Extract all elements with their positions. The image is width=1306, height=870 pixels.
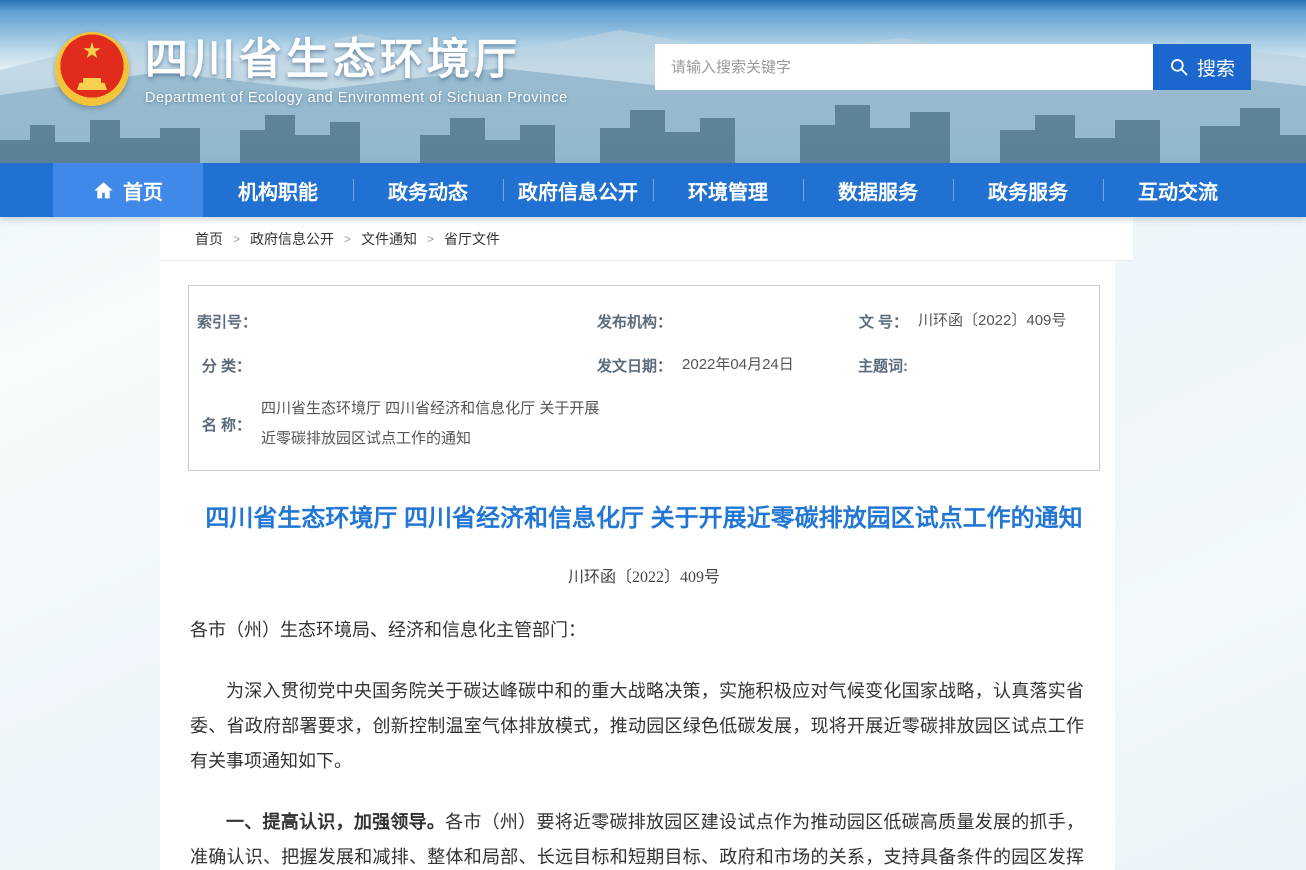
- breadcrumb-separator: >: [344, 232, 351, 246]
- nav-item-label: 互动交流: [1138, 176, 1218, 205]
- document-salutation: 各市（州）生态环境局、经济和信息化主管部门：: [190, 613, 1084, 648]
- nav-item-label: 环境管理: [688, 176, 768, 205]
- nav-item-gov-services[interactable]: 政务服务: [953, 163, 1103, 217]
- site-subtitle: Department of Ecology and Environment of…: [145, 90, 568, 106]
- breadcrumb-separator: >: [427, 232, 434, 246]
- breadcrumb-separator: >: [233, 232, 240, 246]
- section1-lead: 一、提高认识，加强领导。: [226, 812, 445, 832]
- meta-category-label: 分 类：: [189, 355, 251, 376]
- meta-docnum-value: 川环函〔2022〕409号: [918, 306, 1066, 336]
- nav-item-label: 首页: [123, 176, 163, 205]
- nav-item-interaction[interactable]: 互动交流: [1103, 163, 1253, 217]
- breadcrumb-info-disclosure[interactable]: 政府信息公开: [250, 229, 334, 249]
- meta-docnum-label: 文 号：: [846, 311, 908, 332]
- nav-item-org-functions[interactable]: 机构职能: [203, 163, 353, 217]
- meta-date-label: 发文日期：: [589, 355, 672, 376]
- nav-item-gov-news[interactable]: 政务动态: [353, 163, 503, 217]
- site-header: ★ 四川省生态环境厅 Department of Ecology and Env…: [0, 0, 1306, 163]
- site-title: 四川省生态环境厅: [145, 32, 568, 88]
- meta-date-value: 2022年04月24日: [682, 350, 794, 380]
- national-emblem-logo: ★: [55, 32, 129, 106]
- meta-name-value: 四川省生态环境厅 四川省经济和信息化厅 关于开展近零碳排放园区试点工作的通知: [261, 394, 609, 454]
- document-paragraph-intro: 为深入贯彻党中央国务院关于碳达峰碳中和的重大战略决策，实施积极应对气候变化国家战…: [190, 674, 1084, 779]
- document-card: 索引号： 发布机构： 文 号： 川环函〔2022〕409号 分 类： 发文日期：…: [160, 261, 1115, 870]
- search-icon: [1169, 57, 1189, 77]
- nav-item-label: 政府信息公开: [518, 176, 638, 205]
- nav-item-label: 政务动态: [388, 176, 468, 205]
- meta-keywords-label: 主题词:: [846, 355, 908, 376]
- search-button-label: 搜索: [1197, 54, 1235, 81]
- breadcrumb-home[interactable]: 首页: [195, 229, 223, 249]
- search-button[interactable]: 搜索: [1153, 44, 1251, 90]
- document-paragraph-section1: 一、提高认识，加强领导。各市（州）要将近零碳排放园区建设试点作为推动园区低碳高质…: [190, 805, 1084, 870]
- emblem-gate-icon: [77, 78, 107, 90]
- meta-issuing-agency: 发布机构：: [589, 306, 846, 336]
- document-number: 川环函〔2022〕409号: [188, 563, 1100, 587]
- search-box: 搜索: [655, 44, 1251, 90]
- nav-item-data-services[interactable]: 数据服务: [803, 163, 953, 217]
- breadcrumb-file-notices[interactable]: 文件通知: [361, 229, 417, 249]
- nav-item-home[interactable]: 首页: [53, 163, 203, 217]
- document-body: 各市（州）生态环境局、经济和信息化主管部门： 为深入贯彻党中央国务院关于碳达峰碳…: [188, 613, 1100, 870]
- nav-item-label: 机构职能: [238, 176, 318, 205]
- nav-item-label: 数据服务: [838, 176, 918, 205]
- meta-category: 分 类：: [189, 350, 589, 380]
- meta-issue-date: 发文日期： 2022年04月24日: [589, 350, 846, 380]
- nav-item-info-disclosure[interactable]: 政府信息公开: [503, 163, 653, 217]
- search-input[interactable]: [655, 44, 1153, 90]
- meta-agency-label: 发布机构：: [589, 311, 672, 332]
- meta-keywords: 主题词:: [846, 350, 1099, 380]
- emblem-star-icon: ★: [55, 40, 129, 62]
- meta-name-label: 名 称：: [189, 414, 251, 435]
- meta-doc-name: 名 称： 四川省生态环境厅 四川省经济和信息化厅 关于开展近零碳排放园区试点工作…: [189, 394, 1099, 454]
- nav-item-env-management[interactable]: 环境管理: [653, 163, 803, 217]
- meta-index-label: 索引号：: [189, 311, 257, 332]
- document-meta-table: 索引号： 发布机构： 文 号： 川环函〔2022〕409号 分 类： 发文日期：…: [188, 285, 1100, 471]
- meta-index-number: 索引号：: [189, 306, 589, 336]
- meta-doc-number: 文 号： 川环函〔2022〕409号: [846, 306, 1099, 336]
- document-title: 四川省生态环境厅 四川省经济和信息化厅 关于开展近零碳排放园区试点工作的通知: [188, 503, 1100, 535]
- site-brand[interactable]: ★ 四川省生态环境厅 Department of Ecology and Env…: [55, 32, 568, 106]
- nav-item-label: 政务服务: [988, 176, 1068, 205]
- home-icon: [93, 180, 114, 201]
- breadcrumb-provincial-files[interactable]: 省厅文件: [444, 229, 500, 249]
- main-nav: 首页 机构职能 政务动态 政府信息公开 环境管理 数据服务 政务服务 互动交流: [0, 163, 1306, 217]
- breadcrumb: 首页 > 政府信息公开 > 文件通知 > 省厅文件: [160, 217, 1133, 261]
